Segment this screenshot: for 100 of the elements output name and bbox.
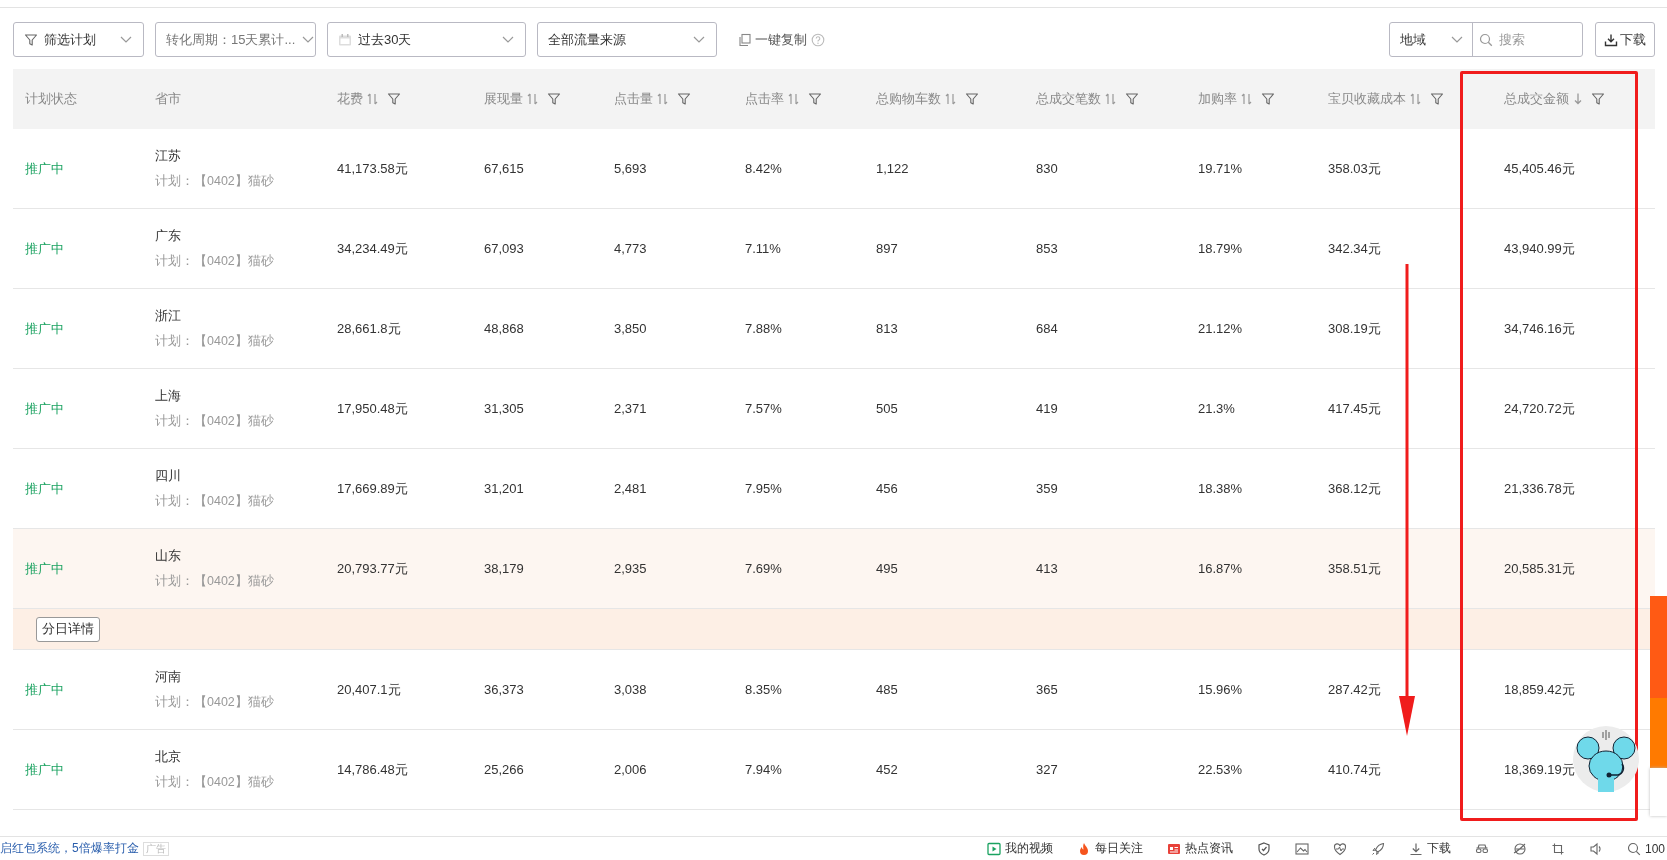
- table-cell-text: 14,786.48元: [336, 760, 409, 779]
- table-cell-text: 413: [1035, 561, 1059, 576]
- table-cell-text: 22.53%: [1197, 762, 1244, 777]
- status-bar-item[interactable]: 我的视频: [986, 840, 1053, 857]
- search-field[interactable]: 搜索: [1497, 31, 1571, 48]
- table-cell-text: 7.94%: [744, 762, 783, 777]
- status-bar-item[interactable]: 热点资讯: [1166, 840, 1233, 857]
- table-cell-text: 452: [875, 762, 899, 777]
- table-cell-text: 342.34元: [1327, 239, 1382, 258]
- table-cell-text: 2,371: [613, 401, 648, 416]
- dropdown-select[interactable]: 转化周期：15天累计...: [155, 22, 316, 57]
- table-cell-text: 358.51元: [1327, 559, 1382, 578]
- table-cell-text: 5,693: [613, 161, 648, 176]
- province-text: 四川: [155, 467, 182, 485]
- table-cell-text: 2,006: [613, 762, 648, 777]
- status-bar-item[interactable]: 下载: [1408, 840, 1451, 857]
- news-icon: [1166, 841, 1181, 856]
- speaker-icon[interactable]: [1588, 841, 1603, 856]
- plan-text: 计划：【0402】猫砂: [155, 173, 275, 190]
- filter-icon[interactable]: [1430, 92, 1444, 106]
- table-cell-text: 368.12元: [1327, 479, 1382, 498]
- sort-icon[interactable]: [1241, 92, 1253, 106]
- table-cell-text: 495: [875, 561, 899, 576]
- date-select[interactable]: 过去30天: [327, 22, 526, 57]
- table-cell-text: 327: [1035, 762, 1059, 777]
- table-cell-text: 419: [1035, 401, 1059, 416]
- table-cell-text: 3,038: [613, 682, 648, 697]
- table-cell-text: 7.57%: [744, 401, 783, 416]
- filter-icon[interactable]: [677, 92, 691, 106]
- plan-text: 计划：【0402】猫砂: [155, 694, 275, 711]
- table-cell-text: 20,793.77元: [336, 559, 409, 578]
- copy-button[interactable]: 一键复制: [738, 30, 807, 49]
- sort-icon[interactable]: [657, 92, 669, 106]
- filter-icon[interactable]: [387, 92, 401, 106]
- sort-icon[interactable]: [367, 92, 379, 106]
- province-text: 江苏: [155, 147, 182, 165]
- table-cell-text: 21.12%: [1197, 321, 1244, 336]
- status-text: 推广中: [24, 159, 65, 178]
- province-text: 广东: [155, 227, 182, 245]
- table-cell-text: 34,234.49元: [336, 239, 409, 258]
- table-cell-text: 19.71%: [1197, 161, 1244, 176]
- table-cell-text: 505: [875, 401, 899, 416]
- plan-filter-select[interactable]: 筛选计划: [13, 22, 144, 57]
- sort-icon[interactable]: [1105, 92, 1117, 106]
- ad-link[interactable]: 启红包系统，5倍爆率打金: [0, 840, 139, 857]
- sort-icon[interactable]: [788, 92, 800, 106]
- status-text: 推广中: [24, 479, 65, 498]
- table-cell-text: 4,773: [613, 241, 648, 256]
- table-cell-text: 31,201: [483, 481, 525, 496]
- plan-text: 计划：【0402】猫砂: [155, 774, 275, 791]
- table-cell-text: 897: [875, 241, 899, 256]
- table-cell-text: 38,179: [483, 561, 525, 576]
- table-cell-text: 45,405.46元: [1503, 159, 1576, 178]
- sort-descending-icon[interactable]: [1573, 92, 1583, 106]
- status-bar-item[interactable]: 每日关注: [1076, 840, 1143, 857]
- assistant-mascot-drawing[interactable]: [1573, 726, 1639, 792]
- glasses-icon[interactable]: [1474, 841, 1489, 856]
- sort-icon[interactable]: [945, 92, 957, 106]
- filter-icon[interactable]: [1591, 92, 1605, 106]
- filter-icon[interactable]: [965, 92, 979, 106]
- table-cell-text: 15.96%: [1197, 682, 1244, 697]
- table-cell-text: 7.69%: [744, 561, 783, 576]
- download-button[interactable]: 下载: [1595, 22, 1655, 57]
- table-cell-text: 18.38%: [1197, 481, 1244, 496]
- plan-text: 计划：【0402】猫砂: [155, 333, 275, 350]
- table-cell-text: 31,305: [483, 401, 525, 416]
- table-cell-text: 34,746.16元: [1503, 319, 1576, 338]
- dropdown-select[interactable]: 全部流量来源: [537, 22, 717, 57]
- copy-icon: [738, 32, 752, 47]
- table-cell-text: 684: [1035, 321, 1059, 336]
- province-text: 上海: [155, 387, 182, 405]
- image-icon[interactable]: [1294, 841, 1309, 856]
- sort-icon[interactable]: [527, 92, 539, 106]
- rocket-icon[interactable]: [1370, 841, 1385, 856]
- daily-detail-button[interactable]: 分日详情: [36, 616, 100, 642]
- table-cell-text: 16.87%: [1197, 561, 1244, 576]
- filter-icon[interactable]: [1261, 92, 1275, 106]
- filter-icon[interactable]: [547, 92, 561, 106]
- filter-icon[interactable]: [1125, 92, 1139, 106]
- table-cell-text: 18,369.19元: [1503, 760, 1576, 779]
- shield-icon[interactable]: [1256, 841, 1271, 856]
- table-cell-text: 485: [875, 682, 899, 697]
- download-icon: [1408, 841, 1423, 856]
- plan-text: 计划：【0402】猫砂: [155, 413, 275, 430]
- status-text: 推广中: [24, 399, 65, 418]
- status-bar-item[interactable]: 100: [1626, 841, 1665, 856]
- sort-icon[interactable]: [1410, 92, 1422, 106]
- filter-icon[interactable]: [808, 92, 822, 106]
- status-text: 推广中: [24, 760, 65, 779]
- province-text: 浙江: [155, 307, 182, 325]
- table-cell-text: 830: [1035, 161, 1059, 176]
- plan-text: 计划：【0402】猫砂: [155, 573, 275, 590]
- table-cell-text: 410.74元: [1327, 760, 1382, 779]
- table-cell-text: 24,720.72元: [1503, 399, 1576, 418]
- table-cell-text: 365: [1035, 682, 1059, 697]
- table-cell-text: 48,868: [483, 321, 525, 336]
- heartbeat-icon[interactable]: [1332, 841, 1347, 856]
- table-cell-text: 7.95%: [744, 481, 783, 496]
- table-cell-text: 359: [1035, 481, 1059, 496]
- table-cell-text: 25,266: [483, 762, 525, 777]
